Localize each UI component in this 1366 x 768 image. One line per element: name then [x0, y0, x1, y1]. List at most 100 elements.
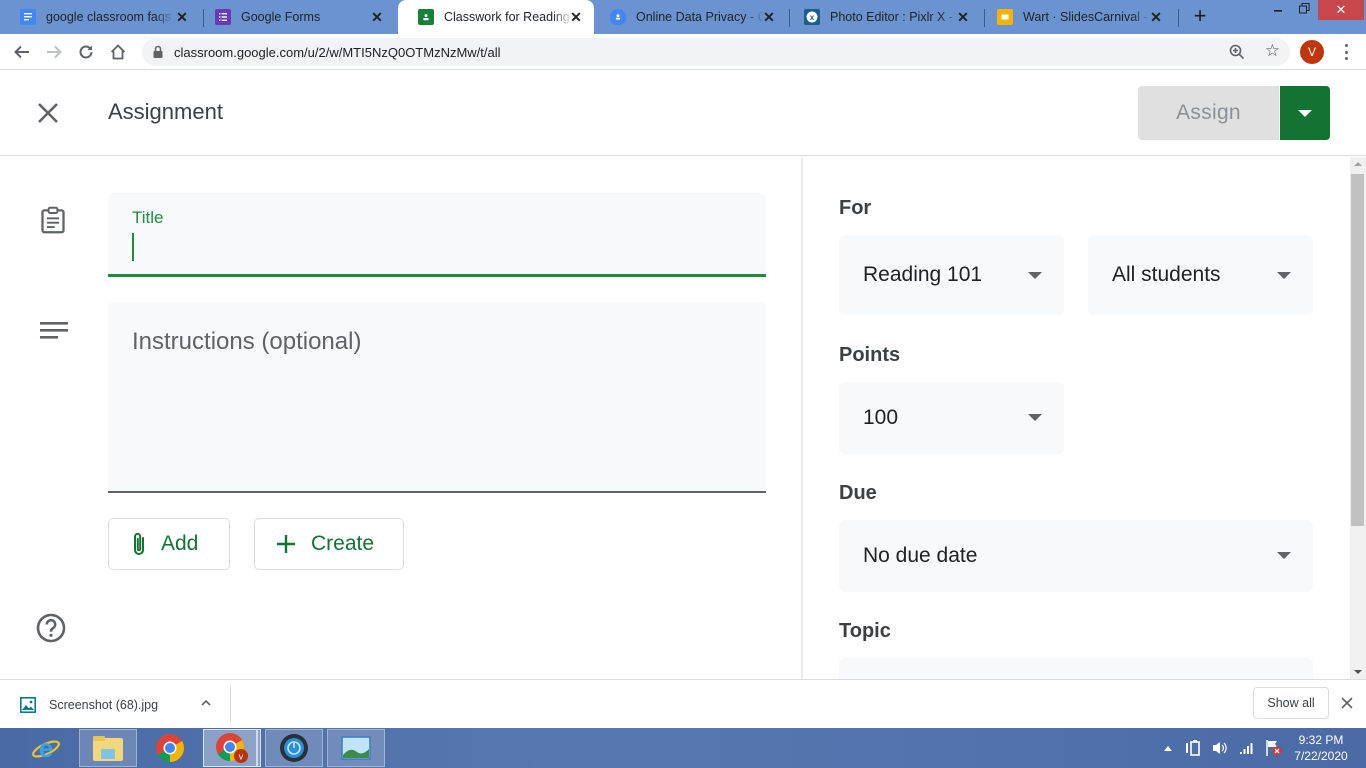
classroom-icon: [418, 9, 434, 25]
show-all-button[interactable]: Show all: [1253, 687, 1329, 719]
browser-toolbar: classroom.google.com/u/2/w/MTI5NzQ0OTMzN…: [0, 34, 1366, 70]
tab-classwork-reading-101[interactable]: Classwork for Reading 101 ✕: [398, 0, 594, 34]
caret-down-icon: [1298, 109, 1312, 117]
assign-options-button[interactable]: [1280, 86, 1330, 140]
panel-scrollbar[interactable]: [1350, 157, 1366, 679]
tab-google-classroom-faqs[interactable]: google classroom faqs and answers ✕: [0, 0, 200, 34]
assignment-header: Assignment Assign: [0, 71, 1366, 156]
chevron-up-icon[interactable]: [200, 697, 212, 709]
assignment-settings-panel: For Reading 101 All students Points 100 …: [803, 157, 1350, 679]
restore-button[interactable]: [1294, 3, 1314, 23]
caret-down-icon: [1028, 272, 1042, 279]
tab-wart-slidescarnival[interactable]: Wart · SlidesCarnival - Google ✕: [977, 0, 1174, 34]
browser-tab-strip: google classroom faqs and answers ✕ Goog…: [0, 0, 1366, 34]
arrow-right-icon: [47, 45, 62, 59]
svg-text:x: x: [810, 13, 815, 22]
close-icon[interactable]: [1340, 696, 1354, 710]
docs-icon: [20, 9, 36, 25]
paperclip-icon: [131, 531, 147, 557]
folder-icon: [93, 736, 123, 761]
points-label: Points: [839, 344, 901, 366]
create-label: Create: [311, 532, 375, 555]
close-icon[interactable]: ✕: [955, 9, 971, 25]
action-center-flag-icon[interactable]: [1265, 739, 1283, 757]
zoom-icon[interactable]: [1228, 43, 1246, 61]
home-button[interactable]: [106, 40, 130, 64]
title-input[interactable]: Title: [108, 193, 766, 277]
chrome-menu-button[interactable]: [1340, 42, 1352, 62]
minimize-button[interactable]: [1268, 4, 1288, 24]
for-label: For: [839, 197, 872, 219]
tab-google-forms[interactable]: Google Forms ✕: [195, 0, 395, 34]
arrow-left-icon: [14, 45, 29, 59]
chrome-profile-icon: v: [216, 733, 248, 763]
class-select-value: Reading 101: [863, 263, 983, 286]
tab-title: Photo Editor : Pixlr X - free: [830, 10, 958, 24]
scroll-up-arrow-icon[interactable]: [1354, 162, 1362, 166]
assign-button[interactable]: Assign: [1138, 86, 1279, 140]
taskbar-file-explorer[interactable]: [79, 729, 137, 767]
students-select-value: All students: [1112, 263, 1221, 286]
clipboard-icon: [41, 206, 65, 234]
caret-down-icon: [1277, 272, 1291, 279]
topic-label: Topic: [839, 620, 891, 642]
system-tray: [1163, 728, 1283, 768]
close-icon[interactable]: ✕: [568, 9, 584, 25]
instructions-input[interactable]: Instructions (optional): [108, 302, 766, 493]
tab-title: Classwork for Reading 101: [444, 10, 572, 24]
points-select-value: 100: [863, 406, 899, 429]
scrollbar-thumb[interactable]: [1351, 174, 1364, 526]
scroll-down-arrow-icon[interactable]: [1354, 670, 1362, 674]
lock-icon: [153, 45, 163, 58]
new-tab-button[interactable]: +: [1188, 5, 1212, 29]
tab-title: Google Forms: [241, 10, 321, 24]
topic-select[interactable]: [839, 658, 1313, 679]
tab-online-data-privacy[interactable]: Online Data Privacy - Google ✕: [590, 0, 787, 34]
pixlr-icon: x: [804, 9, 820, 25]
bookmark-star-icon[interactable]: ☆: [1265, 42, 1280, 60]
forward-button[interactable]: [42, 40, 66, 64]
internet-explorer-icon: e: [32, 733, 60, 763]
students-select[interactable]: All students: [1088, 235, 1313, 315]
window-close-button[interactable]: ✕: [1318, 0, 1364, 20]
url-text[interactable]: classroom.google.com/u/2/w/MTI5NzQ0OTMzN…: [174, 45, 501, 60]
points-select[interactable]: 100: [839, 382, 1064, 454]
home-icon: [110, 44, 126, 60]
reload-button[interactable]: [74, 40, 98, 64]
taskbar-photo-viewer[interactable]: [327, 729, 385, 767]
taskbar-media-app[interactable]: [265, 729, 323, 767]
close-icon[interactable]: ✕: [1148, 9, 1164, 25]
back-button[interactable]: [10, 40, 34, 64]
clock-time: 9:32 PM: [1298, 733, 1344, 747]
add-attachment-button[interactable]: Add: [108, 518, 230, 570]
download-file-name: Screenshot (68).jpg: [49, 698, 159, 712]
show-hidden-icons-arrow[interactable]: [1163, 744, 1173, 752]
tab-pixlr-photo-editor[interactable]: x Photo Editor : Pixlr X - free ✕: [784, 0, 981, 34]
power-disc-icon: [280, 734, 308, 762]
system-clock[interactable]: 9:32 PM 7/22/2020: [1286, 732, 1356, 764]
close-icon[interactable]: ✕: [174, 9, 190, 25]
close-icon[interactable]: [34, 99, 62, 127]
volume-icon[interactable]: [1211, 740, 1229, 756]
battery-plugged-icon[interactable]: [1185, 740, 1201, 756]
taskbar-chrome-profile-v[interactable]: v: [203, 729, 261, 767]
page-title: Assignment: [108, 99, 223, 124]
taskbar-internet-explorer[interactable]: e: [17, 729, 75, 767]
class-select[interactable]: Reading 101: [839, 235, 1064, 315]
chrome-icon: [156, 734, 184, 762]
close-icon[interactable]: ✕: [761, 9, 777, 25]
network-signal-icon[interactable]: [1239, 741, 1255, 755]
due-date-select[interactable]: No due date: [839, 520, 1313, 592]
create-button[interactable]: Create: [254, 518, 404, 570]
help-icon[interactable]: [36, 613, 66, 643]
due-label: Due: [839, 482, 877, 504]
download-item[interactable]: Screenshot (68).jpg: [0, 680, 230, 728]
download-bar: Screenshot (68).jpg Show all: [0, 679, 1366, 728]
tab-title: Online Data Privacy - Google: [636, 10, 764, 24]
close-icon[interactable]: ✕: [369, 9, 385, 25]
profile-avatar[interactable]: V: [1300, 40, 1324, 64]
address-bar[interactable]: classroom.google.com/u/2/w/MTI5NzQ0OTMzN…: [142, 38, 1290, 66]
text-cursor: [132, 233, 134, 261]
taskbar-chrome[interactable]: [141, 729, 199, 767]
title-label: Title: [132, 208, 164, 227]
